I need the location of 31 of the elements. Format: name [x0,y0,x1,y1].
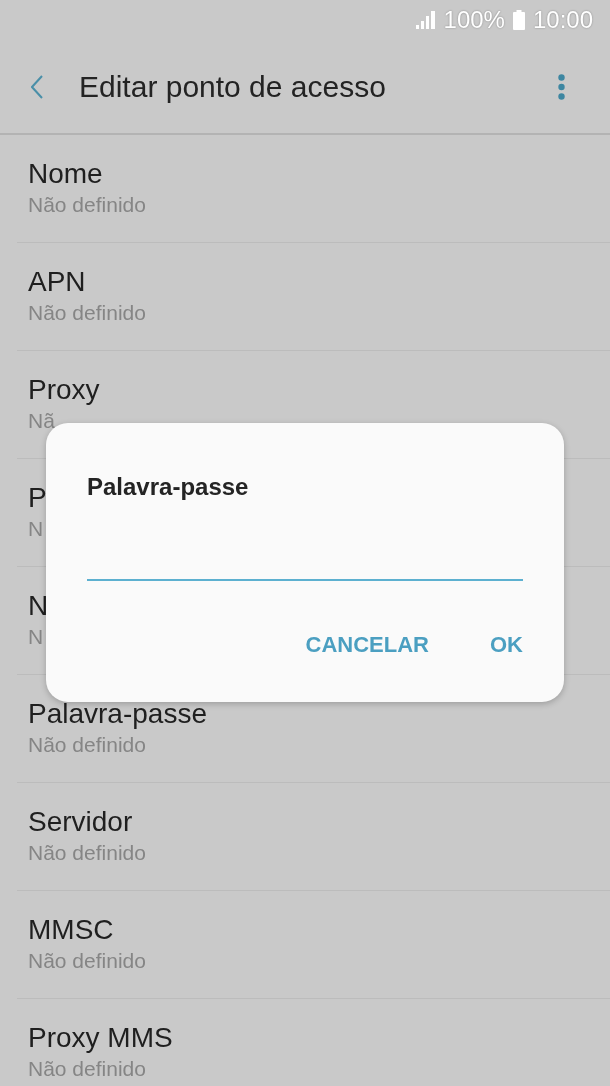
setting-item[interactable]: Proxy MMS Não definido [17,999,610,1086]
setting-value: Não definido [28,841,146,865]
dialog-title: Palavra-passe [87,472,249,502]
signal-icon [415,11,436,29]
setting-item[interactable]: MMSC Não definido [17,891,610,999]
more-vertical-icon [558,73,565,100]
setting-item[interactable]: Nome Não definido [17,135,610,243]
setting-value: Não definido [28,1057,146,1081]
setting-value: Não definido [28,733,146,757]
more-options-button[interactable] [557,72,566,101]
setting-title: P [28,482,47,514]
setting-title: APN [28,266,86,298]
setting-title: MMSC [28,914,114,946]
setting-title: Palavra-passe [28,698,207,730]
setting-title: Nome [28,158,103,190]
setting-title: Servidor [28,806,133,838]
screen-title: Editar ponto de acesso [79,69,387,104]
setting-value: Não definido [28,301,146,325]
setting-item[interactable]: APN Não definido [17,243,610,351]
setting-value: Não definido [28,949,146,973]
setting-value: Nã [28,409,55,433]
battery-icon [512,10,525,30]
setting-item[interactable]: Servidor Não definido [17,783,610,891]
setting-title: N [28,590,49,622]
setting-title: Proxy [28,374,100,406]
setting-value: N [28,625,44,649]
setting-value: Não definido [28,193,146,217]
chevron-left-icon [31,74,43,99]
back-button[interactable] [30,73,44,100]
setting-title: Proxy MMS [28,1022,173,1054]
setting-value: N [28,517,44,541]
